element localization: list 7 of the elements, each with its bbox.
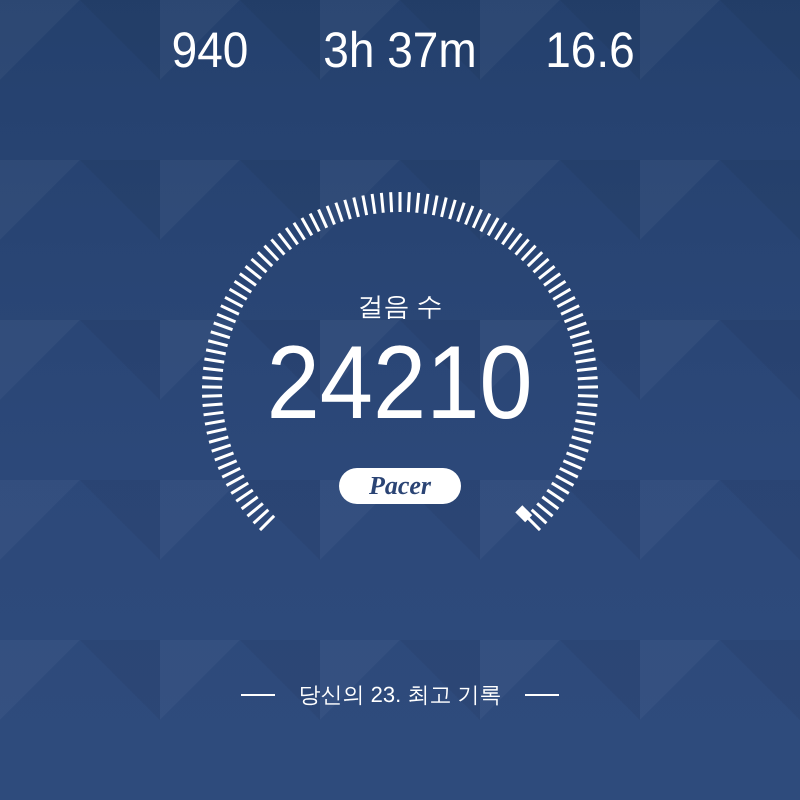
gauge-label: 걸음 수 <box>357 290 443 322</box>
stat-value: 16.6 <box>544 21 636 80</box>
stat-value: 3h 37m <box>322 21 478 80</box>
step-count: 24210 <box>266 328 534 438</box>
stat-value: 940 <box>170 21 250 80</box>
record-text: 당신의 23. 최고 기록 <box>298 681 502 709</box>
logo: Pacer <box>339 468 461 504</box>
